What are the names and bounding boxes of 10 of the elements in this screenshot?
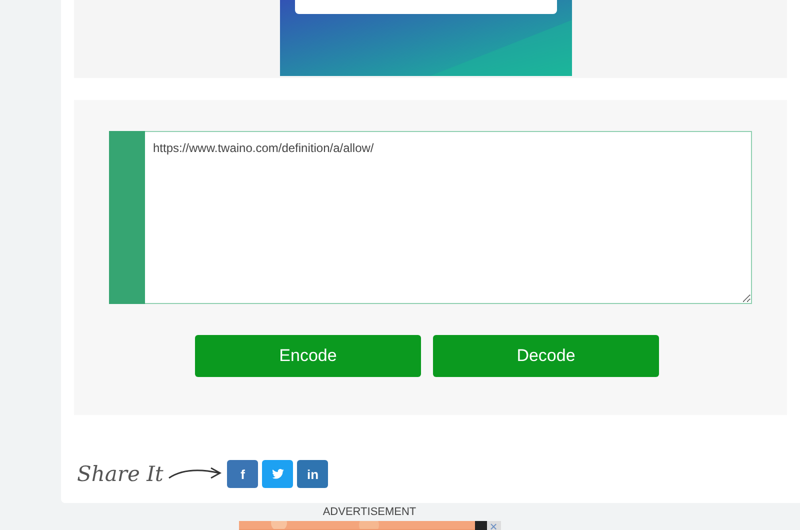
twitter-share-button[interactable] — [262, 460, 294, 488]
convert-button[interactable]: Decode — [433, 335, 659, 377]
linkedin-share-button[interactable]: in — [297, 460, 328, 488]
close-icon[interactable]: × — [486, 521, 500, 530]
bird-icon — [272, 469, 284, 479]
facebook-share-button[interactable]: f — [227, 460, 258, 488]
share-label: Share It — [77, 462, 164, 486]
advertisement-label: ADVERTISEMENT — [322, 506, 416, 519]
url-input-field[interactable]: https://www.twaino.com/definition/a/allow/ — [145, 131, 752, 304]
convert-button[interactable]: Encode — [195, 335, 421, 377]
